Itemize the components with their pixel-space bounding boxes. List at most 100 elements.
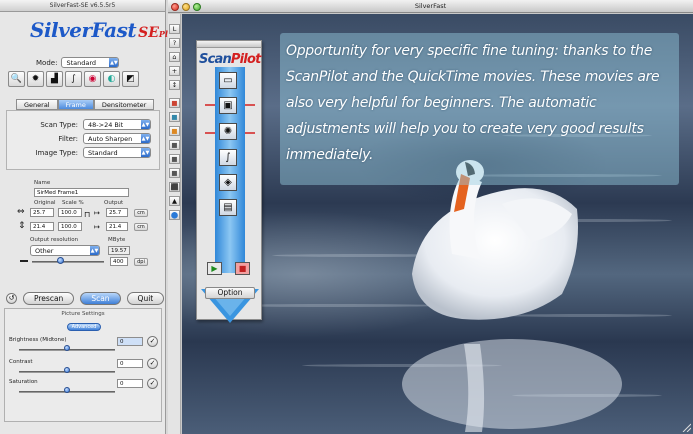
prescan-button[interactable]: Prescan [23,292,75,305]
chevron-down-icon: ▲▼ [141,148,150,157]
negative-icon[interactable]: ■ [169,154,180,164]
frame-settings: Scan Type: 48->24 Bit ▲▼ Filter: Auto Sha… [6,110,160,170]
saturation-slider-knob[interactable] [64,387,70,393]
saturation-input[interactable]: 0 [117,379,143,388]
contrast-input[interactable]: 0 [117,359,143,368]
silverfast-logo: SilverFastSEPlus [30,18,178,46]
scale-height-input[interactable]: 100.0 [58,222,82,231]
quicktime-icon[interactable]: ⬤ [169,210,180,220]
frame-dimensions: Name SirMed Frame1 Original Scale % Outp… [14,176,162,276]
width-original-input[interactable]: 25.7 [30,208,54,217]
advanced-button[interactable]: Advanced [67,323,101,331]
image-preview-icon[interactable]: ▤ [219,199,237,216]
frame-tool-icon[interactable]: ■ [169,168,180,178]
mode-select[interactable]: Standard ▲▼ [61,57,120,68]
selective-color-icon[interactable]: ◐ [103,71,120,87]
gradation-curve-icon[interactable]: ∫ [219,149,237,166]
height-output-input[interactable]: 21.4 [106,222,128,231]
scale-width-input[interactable]: 100.0 [58,208,82,217]
scan-type-select[interactable]: 48->24 Bit ▲▼ [83,119,151,130]
scanner-icon[interactable]: ⬛ [169,182,180,192]
film-icon[interactable]: ■ [169,140,180,150]
logo-silverfast: SilverFast [30,18,137,42]
scanpilot-option-button[interactable]: Option [205,287,255,299]
minimize-window-icon[interactable] [182,3,190,11]
resolution-slider-knob[interactable] [57,257,64,264]
brightness-checkmark-icon[interactable]: ✓ [147,336,158,347]
unit-button[interactable]: cm [134,209,148,217]
vertical-toolbar: L ? ⌂ + ↕ ■ ■ ■ ■ ■ ■ ⬛ ▲ ⬤ [168,14,181,434]
refresh-icon[interactable]: ↺ [6,293,17,304]
contrast-checkmark-icon[interactable]: ✓ [147,358,158,369]
zoom-window-icon[interactable] [193,3,201,11]
scan-type-label: Scan Type: [40,120,78,129]
stop-icon[interactable]: ■ [235,262,250,275]
image-type-select[interactable]: Standard ▲▼ [83,147,151,158]
resolution-slider-track[interactable] [32,261,104,263]
tab-general[interactable]: General [16,99,58,110]
scan-actions: ↺ Prescan Scan Quit [6,292,165,305]
original-label: Original [34,200,56,206]
tab-densitometer[interactable]: Densitometer [93,99,155,110]
eject-icon[interactable]: ▲ [169,196,180,206]
image-type-value: Standard [88,148,118,157]
saturation-checkmark-icon[interactable]: ✓ [147,378,158,389]
output-resolution-value: Other [35,246,54,255]
panel-titlebar: SilverFast-SE v6.5.5r5 [0,0,165,12]
settings-tool-icon[interactable]: ■ [169,126,180,136]
contrast-label: Contrast [9,359,33,365]
chevron-down-icon: ▲▼ [141,120,150,129]
width-out-icon: ↦ [94,209,100,217]
contrast-slider-knob[interactable] [64,367,70,373]
height-original-input[interactable]: 21.4 [30,222,54,231]
chain-link-icon[interactable]: ⊓ [84,210,90,219]
scale-label: Scale % [62,200,84,206]
output-label: Output [104,200,124,206]
saturation-label: Saturation [9,379,38,385]
chevron-down-icon: ▲▼ [90,246,99,255]
image-type-label: Image Type: [35,148,78,157]
unit-button-2[interactable]: cm [134,223,148,231]
caption-overlay: Opportunity for very specific fine tunin… [280,33,679,185]
mode-value: Standard [66,58,97,67]
color-circle-icon[interactable]: ◉ [84,71,101,87]
quit-button[interactable]: Quit [126,292,165,305]
main-window-title: SilverFast [168,0,693,13]
frame-name-input[interactable]: SirMed Frame1 [34,188,129,197]
mode-label: Mode: [36,58,58,67]
help-icon[interactable]: ? [169,38,180,48]
height-out-icon: ↦ [94,223,100,231]
brightness-slider-knob[interactable] [64,345,70,351]
play-icon[interactable]: ▶ [207,262,222,275]
filter-select[interactable]: Auto Sharpen ▲▼ [83,133,151,144]
add-frame-icon[interactable]: + [169,66,180,76]
histogram-icon[interactable]: ▟ [46,71,63,87]
sharpen-icon[interactable]: ◩ [122,71,139,87]
home-icon[interactable]: ⌂ [169,52,180,62]
zoom-icon[interactable]: 🔍 [8,71,25,87]
prescan-frame-icon[interactable]: ▭ [219,72,237,89]
frame-select-icon[interactable]: ▣ [219,97,237,114]
minus-icon [20,260,28,262]
output-resolution-select[interactable]: Other ▲▼ [30,245,100,256]
scan-button[interactable]: Scan [80,292,121,305]
filter-row: Filter: Auto Sharpen ▲▼ [15,133,151,144]
mbyte-value: 19.57 [108,246,130,255]
dpi-button[interactable]: dpi [134,258,148,266]
auto-adjust-icon[interactable]: ✹ [27,71,44,87]
resolution-input[interactable]: 400 [110,257,128,266]
toolbar-lock-icon[interactable]: L [169,24,180,34]
brightness-input[interactable]: 0 [117,337,143,346]
width-icon: ⇔ [17,207,25,217]
chevron-down-icon: ▲▼ [141,134,150,143]
color-correction-icon[interactable]: ◈ [219,174,237,191]
mirror-icon[interactable]: ■ [169,112,180,122]
rotate-icon[interactable]: ↕ [169,80,180,90]
color-tool-icon[interactable]: ■ [169,98,180,108]
auto-adjust-icon[interactable]: ✺ [219,123,237,140]
tab-frame[interactable]: Frame [57,99,94,110]
resize-grip-icon[interactable] [681,422,691,432]
close-window-icon[interactable] [171,3,179,11]
width-output-input[interactable]: 25.7 [106,208,128,217]
gradation-icon[interactable]: ∫ [65,71,82,87]
